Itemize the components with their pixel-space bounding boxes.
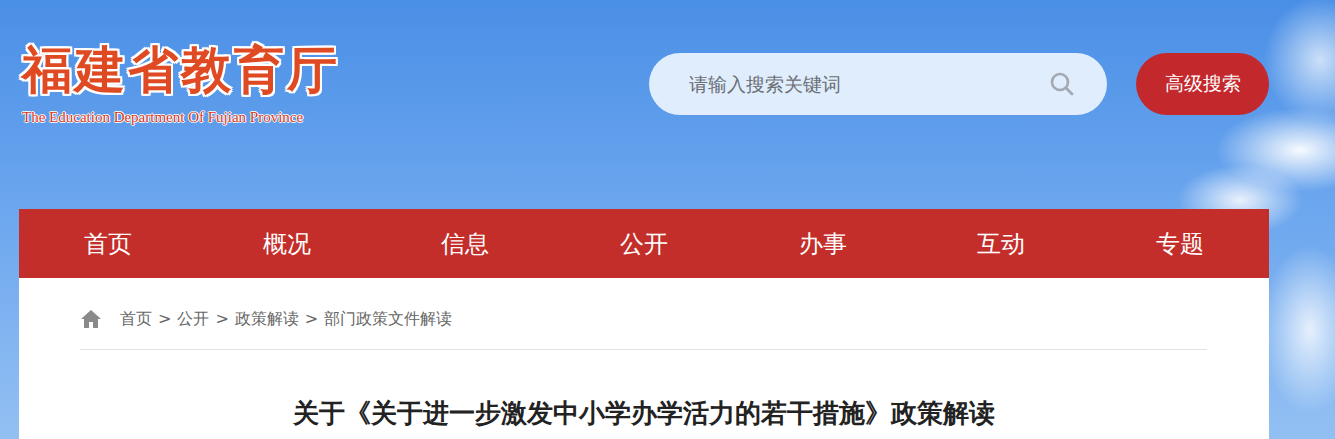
content-panel: 首页 > 公开 > 政策解读 > 部门政策文件解读关于《关于进一步激发中小学办学活力的若干措… [19, 278, 1269, 439]
search-input[interactable] [687, 72, 1049, 96]
breadcrumb: 首页 > 公开 > 政策解读 > 部门政策文件解读 [80, 278, 1207, 350]
nav-item[interactable]: 专题 [1090, 209, 1269, 278]
breadcrumb-separator: > [158, 308, 171, 330]
logo-title: 福建省教育厅 [22, 38, 340, 102]
breadcrumb-item[interactable]: 公开 [177, 308, 209, 330]
logo-subtitle: The Education Department Of Fujian Provi… [22, 108, 340, 126]
main-nav: 首页概况信息公开办事互动专题 [19, 209, 1269, 278]
breadcrumb-separator: > [215, 308, 228, 330]
nav-item[interactable]: 公开 [555, 209, 734, 278]
nav-item[interactable]: 办事 [733, 209, 912, 278]
search-box [649, 53, 1107, 115]
home-icon[interactable] [80, 309, 102, 329]
nav-item[interactable]: 互动 [912, 209, 1091, 278]
breadcrumb-item[interactable]: 首页 [120, 308, 152, 330]
page: 福建省教育厅 The Education Department Of Fujian… [0, 0, 1335, 439]
breadcrumb-separator: > [305, 308, 318, 330]
breadcrumb-item[interactable]: 部门政策文件解读 [324, 308, 452, 330]
article-title: 关于《关于进一步激发中小学办学活力的若干措施》政策解读 [80, 350, 1207, 430]
nav-item[interactable]: 概况 [198, 209, 377, 278]
nav-item[interactable]: 首页 [19, 209, 198, 278]
logo[interactable]: 福建省教育厅 The Education Department Of Fujian… [22, 0, 340, 126]
header: 福建省教育厅 The Education Department Of Fujian… [0, 0, 1335, 209]
search-group: 高级搜索 [649, 53, 1269, 115]
advanced-search-button[interactable]: 高级搜索 [1136, 53, 1269, 115]
nav-item[interactable]: 信息 [376, 209, 555, 278]
breadcrumb-item[interactable]: 政策解读 [235, 308, 299, 330]
magnifier-icon[interactable] [1049, 71, 1075, 97]
